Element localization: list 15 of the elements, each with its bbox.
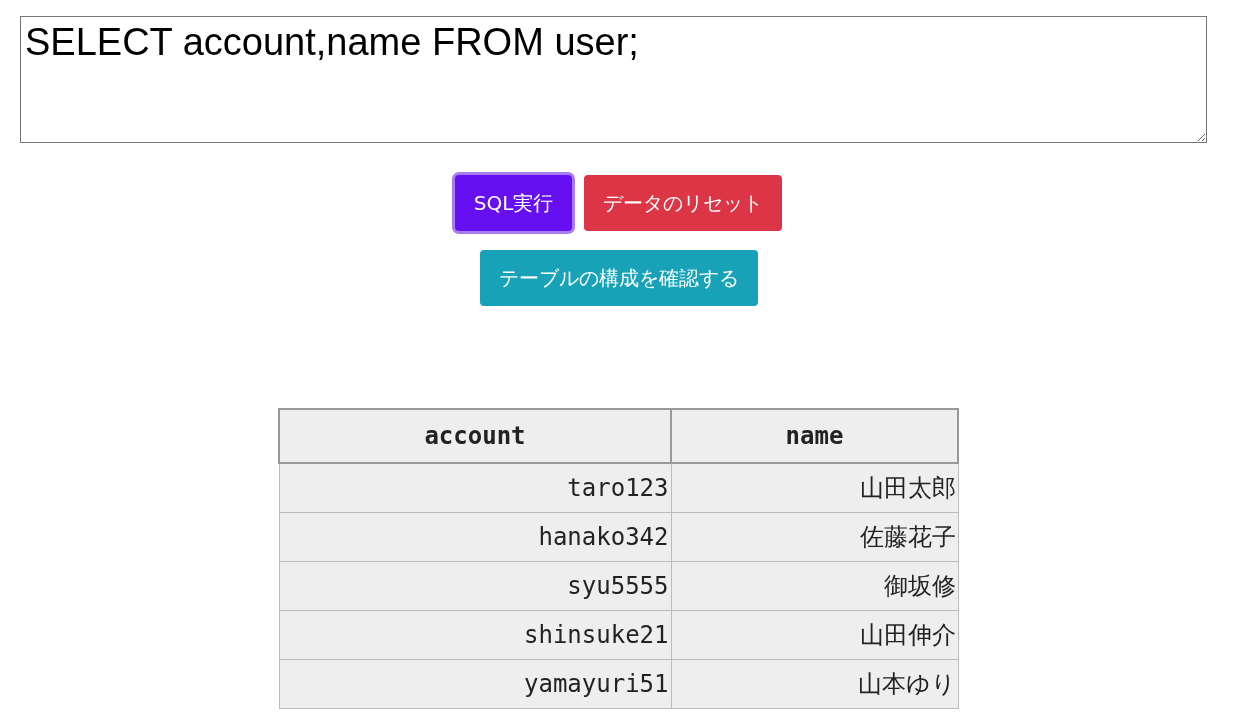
table-cell: 山本ゆり	[671, 659, 958, 708]
table-cell: 山田太郎	[671, 463, 958, 512]
table-cell: 山田伸介	[671, 610, 958, 659]
table-cell: syu5555	[279, 561, 671, 610]
table-cell: 御坂修	[671, 561, 958, 610]
sql-input-field[interactable]: SELECT account,name FROM user;	[20, 16, 1207, 143]
table-cell: taro123	[279, 463, 671, 512]
table-cell: hanako342	[279, 512, 671, 561]
table-cell: shinsuke21	[279, 610, 671, 659]
reset-button[interactable]: データのリセット	[584, 175, 783, 231]
run-button[interactable]: SQL実行	[454, 175, 573, 231]
column-header: name	[671, 409, 958, 463]
table-cell: 佐藤花子	[671, 512, 958, 561]
table-cell: yamayuri51	[279, 659, 671, 708]
column-header: account	[279, 409, 671, 463]
